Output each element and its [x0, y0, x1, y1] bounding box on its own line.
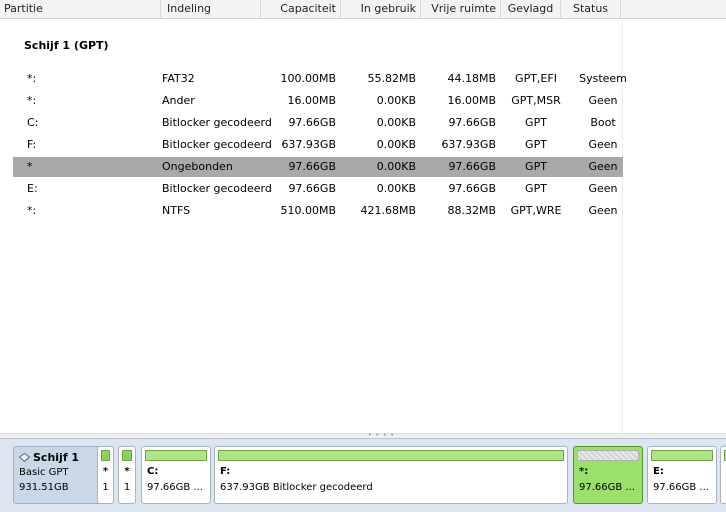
- partition-usage-bar: [577, 450, 639, 461]
- cell-free: 637.93GB: [441, 138, 496, 151]
- table-row[interactable]: F: Bitlocker gecodeerd 637.93GB 0.00KB 637.9…: [13, 135, 623, 155]
- cell-capacity: 100.00MB: [280, 72, 336, 85]
- cell-flags: GPT: [525, 116, 547, 129]
- cell-partition: *:: [27, 94, 37, 107]
- partition-usage-bar: [218, 450, 564, 461]
- cell-free: 16.00MB: [447, 94, 496, 107]
- cell-free: 97.66GB: [448, 182, 496, 195]
- disk-map-partition-unallocated[interactable]: *: 97.66GB ...: [573, 446, 643, 504]
- disk-map-partition[interactable]: * 1: [118, 446, 136, 504]
- table-row[interactable]: C: Bitlocker gecodeerd 97.66GB 0.00KB 97.66G…: [13, 113, 623, 133]
- cell-partition: *:: [27, 72, 37, 85]
- cell-used: 0.00KB: [376, 138, 416, 151]
- cell-flags: GPT: [525, 160, 547, 173]
- disk-map-partition-e[interactable]: E: 97.66GB ...: [647, 446, 717, 504]
- table-row[interactable]: E: Bitlocker gecodeerd 97.66GB 0.00KB 97.66G…: [13, 179, 623, 199]
- cell-status: Geen: [588, 204, 618, 217]
- column-free[interactable]: Vrije ruimte: [421, 0, 501, 18]
- column-header: Partitie Indeling Capaciteit In gebruik …: [0, 0, 726, 19]
- cell-free: 88.32MB: [447, 204, 496, 217]
- cell-partition: C:: [27, 116, 39, 129]
- cell-free: 97.66GB: [448, 116, 496, 129]
- cell-partition: *: [27, 160, 33, 173]
- disk-map-partition-f[interactable]: F: 637.93GB Bitlocker gecodeerd: [214, 446, 568, 504]
- cell-status: Boot: [590, 116, 616, 129]
- table-row[interactable]: *: Ander 16.00MB 0.00KB 16.00MB GPT,MSR Geen: [13, 91, 623, 111]
- disk-size: 931.51GB: [19, 482, 69, 493]
- table-row[interactable]: * Ongebonden 97.66GB 0.00KB 97.66GB GPT Geen: [13, 157, 623, 177]
- cell-partition: F:: [27, 138, 37, 151]
- cell-status: Systeem: [579, 72, 627, 85]
- cell-status: Geen: [588, 160, 618, 173]
- column-format[interactable]: Indeling: [161, 0, 261, 18]
- disk-map-partition-c[interactable]: C: 97.66GB ...: [141, 446, 211, 504]
- column-partition[interactable]: Partitie: [0, 0, 161, 18]
- cell-flags: GPT,MSR: [511, 94, 561, 107]
- cell-partition: E:: [27, 182, 38, 195]
- cell-capacity: 637.93GB: [281, 138, 336, 151]
- disk-name: Schijf 1: [33, 451, 80, 464]
- cell-used: 0.00KB: [376, 182, 416, 195]
- cell-status: Geen: [588, 94, 618, 107]
- cell-free: 44.18MB: [447, 72, 496, 85]
- cell-flags: GPT: [525, 138, 547, 151]
- cell-used: 0.00KB: [376, 160, 416, 173]
- disk-map-partition-partial[interactable]: [720, 446, 726, 504]
- disk-title: Schijf 1 (GPT): [24, 39, 109, 52]
- cell-capacity: 97.66GB: [288, 116, 336, 129]
- table-row[interactable]: *: FAT32 100.00MB 55.82MB 44.18MB GPT,EFI Syst…: [13, 69, 627, 89]
- cell-partition: *:: [27, 204, 37, 217]
- column-status[interactable]: Status: [561, 0, 621, 18]
- cell-used: 0.00KB: [376, 94, 416, 107]
- cell-used: 421.68MB: [360, 204, 416, 217]
- cell-capacity: 97.66GB: [288, 160, 336, 173]
- partition-usage-bar: [101, 450, 110, 461]
- cell-used: 55.82MB: [367, 72, 416, 85]
- cell-free: 97.66GB: [448, 160, 496, 173]
- cell-status: Geen: [588, 182, 618, 195]
- cell-capacity: 16.00MB: [287, 94, 336, 107]
- cell-status: Geen: [588, 138, 618, 151]
- partition-usage-bar: [651, 450, 713, 461]
- cell-capacity: 510.00MB: [280, 204, 336, 217]
- cell-flags: GPT: [525, 182, 547, 195]
- column-used[interactable]: In gebruik: [341, 0, 421, 18]
- partition-usage-bar: [145, 450, 207, 461]
- cell-flags: GPT,WRE: [510, 204, 562, 217]
- column-flags[interactable]: Gevlagd: [501, 0, 561, 18]
- table-row[interactable]: *: NTFS 510.00MB 421.68MB 88.32MB GPT,WRE Geen: [13, 201, 623, 221]
- cell-used: 0.00KB: [376, 116, 416, 129]
- cell-capacity: 97.66GB: [288, 182, 336, 195]
- disk-map-partition[interactable]: * 1: [97, 446, 114, 504]
- column-capacity[interactable]: Capaciteit: [261, 0, 341, 18]
- disk-type: Basic GPT: [19, 467, 69, 478]
- cell-flags: GPT,EFI: [515, 72, 557, 85]
- partition-usage-bar: [122, 450, 132, 461]
- disk-icon: [19, 453, 30, 462]
